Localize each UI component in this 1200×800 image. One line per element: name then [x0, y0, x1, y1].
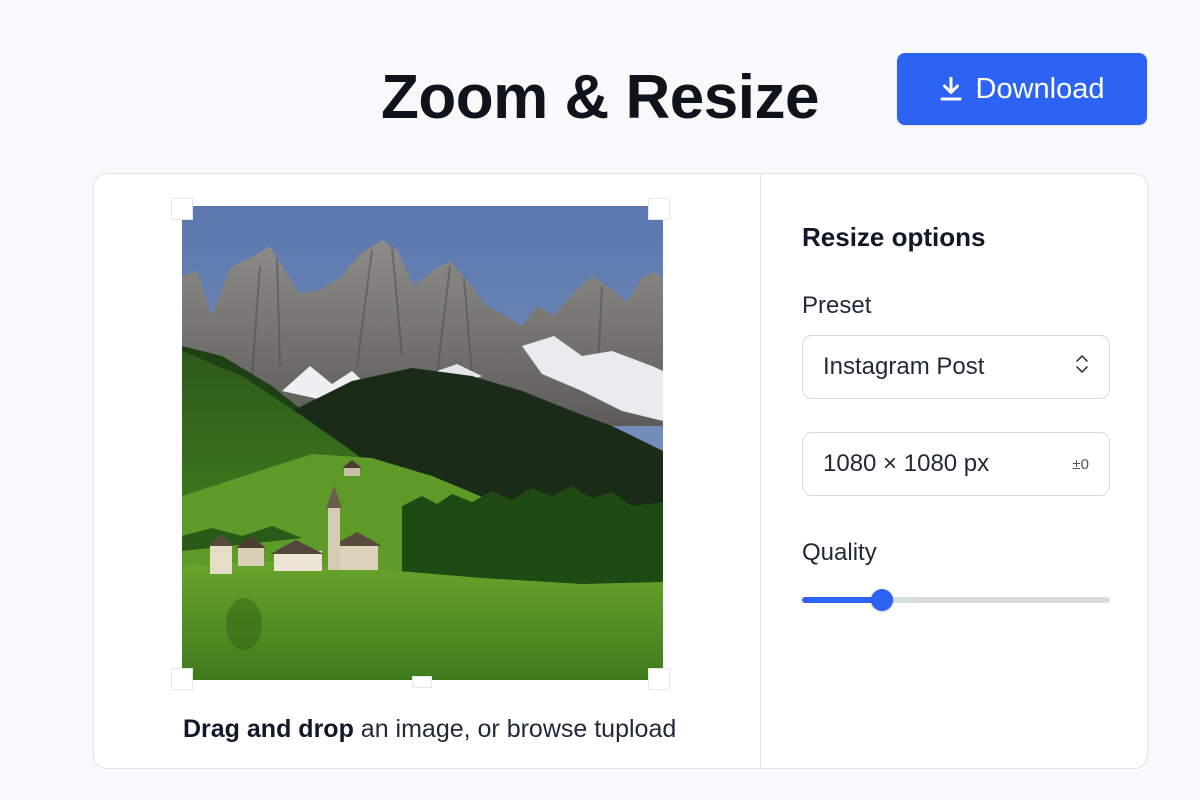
crop-handle-top-right[interactable] [648, 198, 670, 220]
editor-card: Drag and drop an image, or browse tuploa… [93, 173, 1148, 769]
image-canvas[interactable] [171, 198, 670, 690]
crop-handle-top-left[interactable] [171, 198, 193, 220]
crop-handle-bottom-right[interactable] [648, 668, 670, 690]
page: Zoom & Resize Download Drag and drop an … [0, 0, 1200, 800]
panel-divider [760, 174, 761, 768]
download-label: Download [975, 72, 1105, 105]
upload-prompt-bold: Drag and drop [183, 715, 354, 743]
quality-slider-fill [802, 597, 883, 603]
preset-select-value: Instagram Post [823, 353, 985, 380]
preset-label: Preset [802, 292, 872, 319]
landscape-image [182, 206, 663, 680]
upload-prompt-rest: an image, or browse tupload [353, 715, 677, 743]
quality-label: Quality [802, 539, 877, 566]
chevron-updown-icon [1075, 353, 1089, 381]
dimensions-field[interactable]: 1080 × 1080 px ±0 [802, 432, 1110, 496]
download-button[interactable]: Download [897, 53, 1147, 125]
resize-options-title: Resize options [802, 222, 986, 252]
upload-prompt[interactable]: Drag and drop an image, or browse tuploa… [183, 715, 676, 744]
crop-handle-bottom-left[interactable] [171, 668, 193, 690]
quality-slider-thumb[interactable] [871, 589, 894, 611]
dimensions-suffix: ±0 [1072, 455, 1089, 473]
crop-handle-bottom[interactable] [412, 676, 432, 688]
quality-slider[interactable] [802, 589, 1110, 611]
download-icon [940, 77, 962, 101]
dimensions-value: 1080 × 1080 px [823, 450, 990, 477]
preset-select[interactable]: Instagram Post [802, 335, 1110, 399]
